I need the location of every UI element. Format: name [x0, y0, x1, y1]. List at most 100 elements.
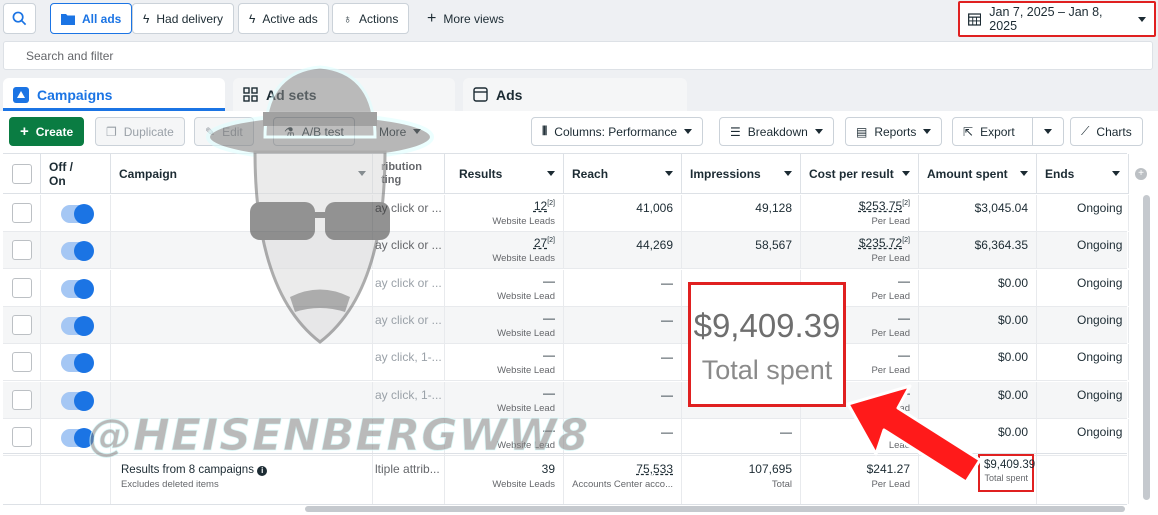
cpr-cell: — Lead — [801, 418, 919, 455]
campaign-toggle[interactable] — [61, 315, 94, 336]
header-ends[interactable]: Ends — [1037, 154, 1129, 194]
breakdown-button[interactable]: ☰ Breakdown — [719, 117, 834, 146]
table-row[interactable]: ay click or ... 12[2] Website Leads 41,006 4… — [3, 195, 1129, 232]
active-ads-label: Active ads — [262, 11, 318, 26]
spent-value: $0.00 — [997, 350, 1028, 365]
chevron-down-icon — [902, 171, 910, 176]
superscript-note: [2] — [902, 237, 910, 245]
export-button[interactable]: ⇱ Export — [952, 117, 1064, 146]
header-amount-spent[interactable]: Amount spent — [919, 154, 1037, 194]
ab-test-button[interactable]: ⚗ A/B test — [273, 117, 355, 146]
results-cell: — Website Lead — [445, 344, 564, 381]
row-checkbox[interactable] — [12, 314, 32, 335]
header-select-all[interactable] — [3, 154, 41, 194]
table-row[interactable]: ay click or ...—Website Lead———Per Lead$… — [3, 269, 1129, 307]
tab-ad-sets-label: Ad sets — [266, 86, 317, 103]
header-off-on: Off / On — [41, 154, 111, 194]
select-all-checkbox[interactable] — [12, 164, 32, 184]
campaign-toggle[interactable] — [61, 353, 94, 374]
edit-button[interactable]: ✎ Edit — [194, 117, 254, 146]
reach-cell: 44,269 — [564, 232, 682, 269]
add-column-icon[interactable]: + — [1135, 168, 1147, 180]
chevron-down-icon[interactable] — [1044, 129, 1052, 134]
header-reach[interactable]: Reach — [564, 154, 682, 194]
callout-label: Total spent — [701, 355, 833, 385]
charts-button[interactable]: ⟋ Charts — [1070, 117, 1143, 146]
row-checkbox[interactable] — [12, 352, 32, 373]
create-button[interactable]: + Create — [9, 117, 85, 146]
tab-campaigns[interactable]: Campaigns — [3, 78, 225, 111]
results-cell: — Website Lead — [445, 269, 564, 306]
ends-cell: Ongoing — [1037, 381, 1129, 418]
campaign-icon — [13, 86, 29, 103]
chart-icon: ⟋ — [1081, 124, 1090, 138]
search-input[interactable]: Search and filter — [3, 41, 1153, 70]
header-attribution[interactable]: ribution ting — [373, 154, 445, 194]
row-checkbox[interactable] — [12, 277, 32, 298]
all-ads-filter[interactable]: All ads — [50, 3, 133, 34]
lightning-icon: ϟ — [143, 11, 150, 26]
row-checkbox[interactable] — [12, 389, 32, 410]
date-range-picker[interactable]: Jan 7, 2025 – Jan 8, 2025 — [958, 1, 1156, 37]
vertical-scrollbar[interactable] — [1143, 195, 1150, 500]
summary-cpr-cell: $241.27 Per Lead — [801, 454, 919, 504]
header-cost-per-result[interactable]: Cost per result — [801, 154, 919, 194]
spent-value: $3,045.04 — [974, 201, 1028, 215]
tab-ad-sets[interactable]: Ad sets — [233, 78, 455, 111]
ends-cell: Ongoing — [1037, 269, 1129, 306]
results-value: — — [543, 273, 555, 288]
cpr-value: — — [898, 385, 910, 400]
horizontal-scrollbar[interactable] — [305, 506, 1125, 512]
campaign-toggle[interactable] — [61, 241, 94, 262]
more-views-button[interactable]: + More views — [416, 3, 515, 34]
ends-value: Ongoing — [1077, 201, 1123, 215]
chevron-down-icon — [814, 129, 823, 134]
reach-value: — — [661, 387, 673, 402]
charts-label: Charts — [1096, 124, 1132, 139]
table-row[interactable]: — Website Lead — — — Lead $0.00 Ongoing — [3, 418, 1129, 456]
duplicate-button[interactable]: ❐ Duplicate — [95, 117, 185, 146]
duplicate-label: Duplicate — [123, 124, 174, 139]
header-campaign[interactable]: Campaign — [111, 154, 373, 194]
total-spent-callout: $9,409.39 Total spent — [688, 282, 846, 407]
table-row[interactable]: ay click, 1-...—Website Lead———Per Lead$… — [3, 381, 1129, 419]
actions-filter[interactable]: ♁ Actions — [332, 3, 410, 34]
had-delivery-filter[interactable]: ϟ Had delivery — [132, 3, 235, 34]
campaign-toggle[interactable] — [61, 204, 94, 224]
row-checkbox[interactable] — [12, 203, 32, 223]
attribution-value: ay click, 1-... — [375, 350, 442, 365]
row-checkbox[interactable] — [12, 426, 32, 447]
reports-button[interactable]: ▤ Reports — [845, 117, 943, 146]
more-button[interactable]: More — [368, 117, 433, 146]
table-row[interactable]: ay click or ... 27[2] Website Leads 44,269 5… — [3, 232, 1129, 270]
results-value: — — [543, 422, 555, 437]
impressions-value: 49,128 — [755, 201, 792, 215]
camp-cell — [111, 418, 373, 455]
row-checkbox[interactable] — [12, 240, 32, 261]
impressions-cell: 49,128 — [682, 195, 801, 231]
table-row[interactable]: ay click or ...—Website Lead———Per Lead$… — [3, 306, 1129, 344]
active-ads-filter[interactable]: ϟ Active ads — [238, 3, 329, 34]
table-row[interactable]: ay click, 1-...—Website Lead———Per Lead$… — [3, 344, 1129, 382]
tab-ads[interactable]: Ads — [463, 78, 687, 111]
cpr-value: — — [898, 348, 910, 363]
chk-cell — [3, 306, 41, 343]
header-results[interactable]: Results — [445, 154, 564, 194]
campaign-toggle[interactable] — [61, 427, 94, 448]
reach-value: 41,006 — [636, 201, 673, 215]
search-button[interactable] — [3, 3, 36, 34]
info-icon[interactable]: i — [257, 466, 268, 476]
columns-button[interactable]: ⦀ Columns: Performance — [531, 117, 703, 146]
header-impressions[interactable]: Impressions — [682, 154, 801, 194]
results-sub: Website Lead — [497, 327, 555, 339]
campaign-toggle[interactable] — [61, 390, 94, 411]
reach-cell: — — [564, 418, 682, 455]
tog-cell — [41, 269, 111, 306]
ends-value: Ongoing — [1077, 238, 1123, 253]
superscript-note: [2] — [902, 200, 910, 207]
campaign-toggle[interactable] — [61, 278, 94, 299]
superscript-note: [2] — [547, 200, 555, 207]
summary-checkbox-cell — [3, 454, 41, 504]
chevron-down-icon — [358, 171, 366, 176]
chevron-down-icon — [1112, 171, 1120, 176]
